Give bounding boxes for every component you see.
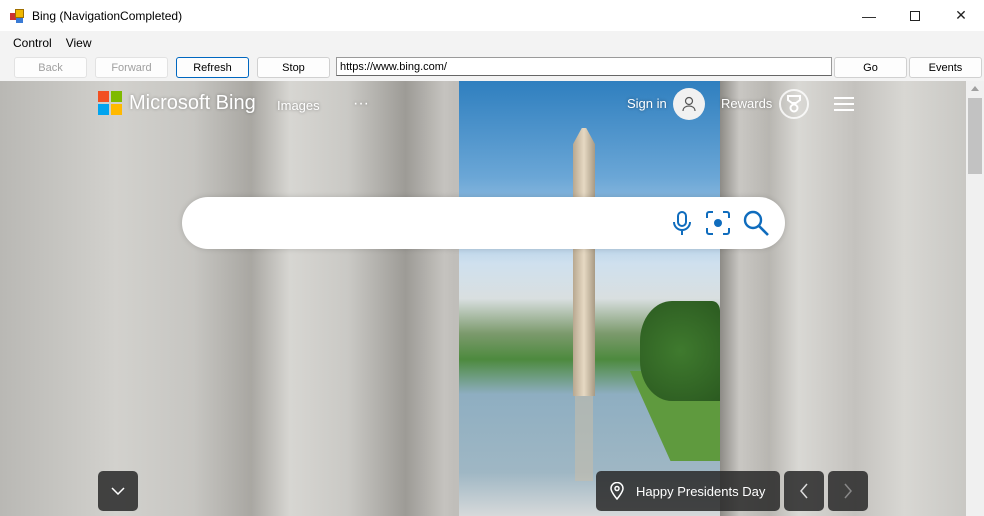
stop-button[interactable]: Stop [257,57,330,78]
scroll-down-button[interactable] [98,471,138,511]
medal-icon [787,95,801,113]
back-button[interactable]: Back [14,57,87,78]
nav-images[interactable]: Images [277,98,320,113]
address-input[interactable] [336,57,832,76]
rewards-button[interactable] [779,89,809,119]
forward-button[interactable]: Forward [95,57,168,78]
logo-text: Microsoft Bing [129,91,256,114]
vertical-scrollbar[interactable] [966,81,984,516]
menu-control[interactable]: Control [6,36,59,50]
menu-view[interactable]: View [59,36,99,50]
scroll-up-icon[interactable] [971,86,979,91]
minimize-icon: — [862,7,876,24]
toolbar: Back Forward Refresh Stop Go Events [0,55,984,81]
more-button[interactable]: ··· [353,95,369,113]
next-image-button[interactable] [828,471,868,511]
close-icon: ✕ [955,7,967,23]
window-title: Bing (NavigationCompleted) [32,8,183,23]
menu-hamburger-icon[interactable] [834,97,854,111]
sign-in-link[interactable]: Sign in [627,96,667,111]
go-button[interactable]: Go [834,57,907,78]
search-icon[interactable] [742,209,770,237]
title-bar: Bing (NavigationCompleted) — ✕ [0,0,984,31]
chevron-down-icon [111,487,125,495]
microsoft-logo-icon [98,91,122,115]
search-input[interactable] [202,209,662,237]
maximize-button[interactable] [892,0,938,31]
caption-text: Happy Presidents Day [636,483,766,499]
microphone-icon[interactable] [668,209,696,237]
search-box [182,197,785,249]
trees [640,301,720,401]
web-view: Microsoft Bing Images ··· Sign in Reward… [0,81,966,516]
image-caption[interactable]: Happy Presidents Day [596,471,780,511]
events-button[interactable]: Events [909,57,982,78]
minimize-button[interactable]: — [846,0,892,31]
close-button[interactable]: ✕ [938,0,984,31]
column-wall [720,81,966,516]
user-icon [682,96,696,112]
menu-bar: Control View [0,31,984,55]
bing-logo[interactable]: Microsoft Bing [98,91,256,115]
scrollbar-thumb[interactable] [968,98,982,174]
avatar[interactable] [673,88,705,120]
maximize-icon [910,10,920,21]
location-pin-icon [610,482,624,500]
visual-search-icon[interactable] [704,209,732,237]
chevron-left-icon [800,483,808,499]
rewards-link[interactable]: Rewards [721,96,772,111]
monument [573,128,595,396]
chevron-right-icon [844,483,852,499]
refresh-button[interactable]: Refresh [176,57,249,78]
previous-image-button[interactable] [784,471,824,511]
app-icon [10,8,24,23]
